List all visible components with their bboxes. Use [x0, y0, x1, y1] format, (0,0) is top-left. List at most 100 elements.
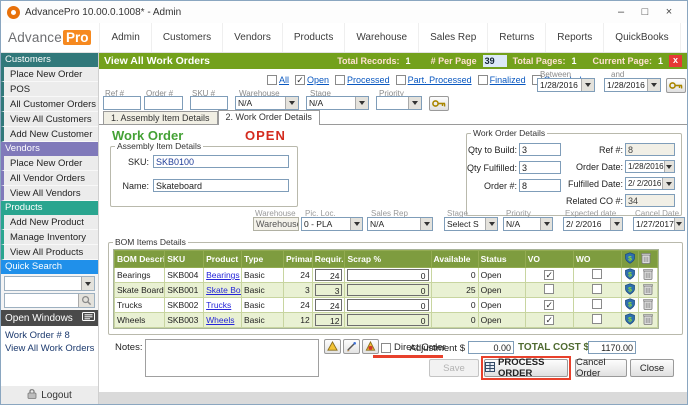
chevron-down-icon[interactable] — [581, 79, 594, 91]
quick-search-combo[interactable] — [4, 276, 95, 291]
sku-filter-input[interactable] — [190, 96, 228, 110]
nav-item-returns[interactable]: Returns — [487, 23, 545, 52]
nav-item-reports[interactable]: Reports — [545, 23, 603, 52]
vo-checkbox[interactable]: ✓ — [544, 300, 554, 310]
qty-to-build-field[interactable]: 3 — [519, 143, 561, 156]
name-field[interactable]: Skateboard — [153, 179, 289, 192]
open-window-item-work-order-8[interactable]: Work Order # 8 — [5, 329, 98, 342]
sidebar-item-manage-inventory[interactable]: Manage Inventory — [1, 230, 98, 245]
chevron-down-icon[interactable] — [485, 218, 497, 230]
scrap-input[interactable]: 0 — [347, 269, 428, 281]
mid-sales-rep-select[interactable]: N/A — [367, 217, 433, 231]
product-link[interactable]: Skate Board — [206, 285, 241, 295]
order-date-select[interactable]: 1/28/2016 — [625, 160, 675, 173]
chevron-down-icon[interactable] — [610, 218, 622, 230]
sidebar-item-pos[interactable]: POS — [1, 82, 98, 97]
bom-cell-cost[interactable]: $ — [622, 268, 639, 283]
tab-assembly-item-details[interactable]: 1. Assembly Item Details — [103, 111, 218, 124]
filter-status-finalized[interactable]: Finalized — [478, 75, 526, 85]
filter-status-processed[interactable]: Processed — [335, 75, 390, 85]
sku-field[interactable]: SKB0100 — [153, 155, 289, 168]
nav-item-customers[interactable]: Customers — [151, 23, 222, 52]
filter-status-label-processed[interactable]: Processed — [347, 75, 390, 85]
sidebar-item-view-all-vendors[interactable]: View All Vendors — [1, 186, 98, 201]
wo-checkbox[interactable] — [592, 284, 602, 294]
sidebar-item-view-all-customers[interactable]: View All Customers — [1, 112, 98, 127]
ref-filter-input[interactable] — [103, 96, 141, 110]
product-link[interactable]: Trucks — [206, 300, 231, 310]
product-link[interactable]: Wheels — [206, 315, 234, 325]
close-order-button[interactable]: Close — [630, 359, 674, 377]
close-page-button[interactable]: x — [669, 55, 682, 67]
mid-cancel-date-select[interactable]: 1/27/2017 — [633, 217, 685, 231]
chevron-down-icon[interactable] — [664, 161, 674, 172]
chevron-down-icon[interactable] — [420, 218, 432, 230]
mid-stage-select[interactable]: Select S — [444, 217, 498, 231]
cancel-order-button[interactable]: Cancel Order — [575, 359, 627, 377]
adjustment-field[interactable]: 0.00 — [468, 341, 514, 354]
vo-checkbox[interactable] — [544, 284, 554, 294]
chevron-down-icon[interactable] — [81, 277, 94, 290]
search-date-button[interactable] — [666, 78, 686, 93]
maximize-button[interactable]: □ — [633, 2, 657, 22]
filter-status-label-open[interactable]: Open — [307, 75, 329, 85]
open-window-item-view-all-work-orders[interactable]: View All Work Orders — [5, 342, 98, 355]
filter-status-label-part-processed[interactable]: Part. Processed — [408, 75, 472, 85]
quick-search-input[interactable] — [4, 293, 95, 308]
bom-cell-delete[interactable] — [639, 268, 658, 283]
mid-pic-loc-select[interactable]: 0 - PLA — [301, 217, 363, 231]
window-list-icon[interactable] — [82, 312, 95, 324]
filter-status-open[interactable]: ✓Open — [295, 75, 329, 85]
nav-item-vendors[interactable]: Vendors — [222, 23, 282, 52]
close-button[interactable]: × — [657, 2, 681, 22]
stage-filter-select[interactable]: N/A — [306, 96, 369, 110]
chevron-down-icon[interactable] — [662, 178, 674, 189]
scrap-input[interactable]: 0 — [347, 299, 428, 311]
per-page-input[interactable]: 39 — [483, 55, 507, 67]
chevron-down-icon[interactable] — [647, 79, 660, 91]
chevron-down-icon[interactable] — [540, 218, 552, 230]
nav-item-web[interactable]: Web — [680, 23, 688, 52]
sidebar-item-view-all-products[interactable]: View All Products — [1, 245, 98, 260]
bom-cell-delete[interactable] — [639, 283, 658, 298]
nav-item-products[interactable]: Products — [282, 23, 344, 52]
tab-work-order-details[interactable]: 2. Work Order Details — [218, 110, 320, 125]
scrap-input[interactable]: 0 — [347, 284, 428, 296]
search-icon[interactable] — [78, 294, 94, 307]
fulfilled-date-select[interactable]: 2/ 2/2016 — [625, 177, 675, 190]
chevron-down-icon[interactable] — [350, 218, 362, 230]
checkbox-icon[interactable] — [267, 75, 277, 85]
filter-status-all[interactable]: All — [267, 75, 289, 85]
priority-filter-select[interactable] — [376, 96, 422, 110]
bom-cell-delete[interactable] — [639, 313, 658, 328]
bom-cell-cost[interactable]: $ — [622, 298, 639, 313]
wo-checkbox[interactable] — [592, 299, 602, 309]
nav-item-sales-rep[interactable]: Sales Rep — [418, 23, 487, 52]
scrap-input[interactable]: 0 — [347, 314, 428, 326]
filter-status-label-finalized[interactable]: Finalized — [490, 75, 526, 85]
checkbox-icon[interactable] — [335, 75, 345, 85]
bom-cell-delete[interactable] — [639, 298, 658, 313]
nav-item-warehouse[interactable]: Warehouse — [344, 23, 418, 52]
vo-checkbox[interactable]: ✓ — [544, 315, 554, 325]
notes-textarea[interactable] — [145, 339, 319, 377]
sidebar-item-add-new-product[interactable]: Add New Product — [1, 215, 98, 230]
date-from-select[interactable]: 1/28/2016 — [537, 78, 595, 92]
minimize-button[interactable]: – — [609, 2, 633, 22]
logout-button[interactable]: Logout — [1, 386, 98, 404]
qty-fulfilled-field[interactable]: 3 — [519, 161, 561, 174]
sidebar-item-all-customer-orders[interactable]: All Customer Orders — [1, 97, 98, 112]
checkbox-icon[interactable]: ✓ — [295, 75, 305, 85]
order-no-field[interactable]: 8 — [519, 179, 561, 192]
filter-status-part-processed[interactable]: Part. Processed — [396, 75, 472, 85]
chevron-down-icon[interactable] — [674, 218, 684, 230]
wo-checkbox[interactable] — [592, 314, 602, 324]
warehouse-filter-select[interactable]: N/A — [235, 96, 299, 110]
sidebar-item-place-new-order[interactable]: Place New Order — [1, 156, 98, 171]
process-order-button[interactable]: PROCESS ORDER — [498, 357, 567, 379]
nav-item-quickbooks[interactable]: QuickBooks — [603, 23, 679, 52]
filter-status-label-all[interactable]: All — [279, 75, 289, 85]
wo-checkbox[interactable] — [592, 269, 602, 279]
mid-expected-date-select[interactable]: 2/ 2/2016 — [563, 217, 623, 231]
required-input[interactable]: 24 — [315, 269, 343, 281]
